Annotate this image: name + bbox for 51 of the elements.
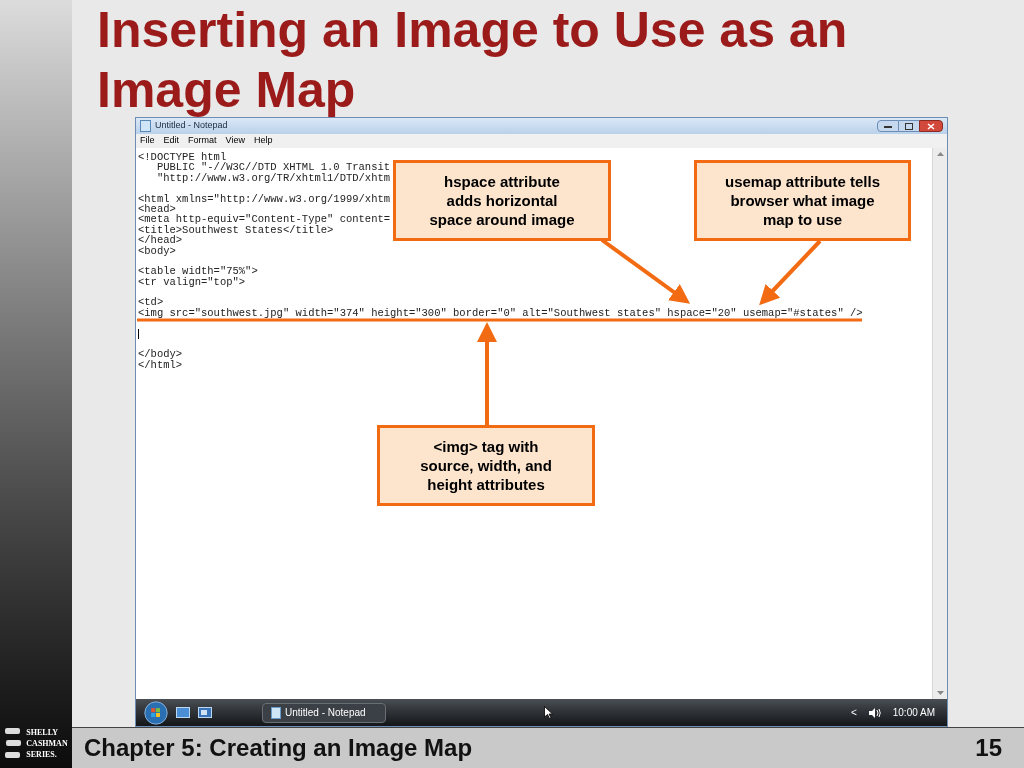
- clock-text[interactable]: 10:00 AM: [892, 705, 935, 720]
- menu-item[interactable]: Help: [253, 134, 273, 148]
- notepad-icon: [140, 120, 151, 132]
- menu-item[interactable]: Format: [188, 134, 217, 148]
- tray-chevron[interactable]: <: [850, 705, 857, 720]
- books-icon: [4, 726, 23, 760]
- taskbar-button[interactable]: Untitled - Notepad: [262, 702, 386, 723]
- code-line: <!DOCTYPE html: [138, 152, 227, 163]
- code-line: <img src="southwest.jpg" width="374" height="300" border="0" alt="Southwest states" hspace="20" usemap="#states" />: [138, 307, 863, 319]
- windows-icon[interactable]: [198, 707, 212, 718]
- slide-title: Inserting an Image to Use as an Image Map: [97, 1, 849, 120]
- scroll-up-icon: [936, 152, 944, 156]
- code-line: <table width="75%">: [138, 266, 258, 277]
- code-line: PUBLIC "-//W3C//DTD XHTML 1.0 Transit: [155, 162, 391, 173]
- footer-text: Chapter 5: Creating an Image Map: [84, 733, 473, 763]
- minimize-button[interactable]: [877, 120, 899, 132]
- code-line: <html xmlns="http://www.w3.org/1999/xhtm: [138, 193, 391, 204]
- menu-item[interactable]: View: [225, 134, 245, 148]
- text-cursor: [138, 328, 139, 339]
- code-line: </head>: [138, 235, 183, 246]
- code-line: <head>: [138, 203, 176, 215]
- code-line: <td>: [138, 297, 164, 308]
- callout: usemap attribute tells browser what image map to use: [694, 160, 911, 241]
- speaker-icon[interactable]: [868, 707, 881, 718]
- scroll-down-icon: [936, 691, 944, 695]
- scrollbar[interactable]: [932, 148, 947, 699]
- menu-item[interactable]: Edit: [163, 134, 180, 148]
- restore-icon: [905, 122, 913, 130]
- window-title: Untitled - Notepad: [155, 119, 228, 133]
- menu-item[interactable]: File: [140, 134, 155, 148]
- arrow: [759, 239, 822, 306]
- code-line: <body>: [138, 245, 176, 256]
- logo-text: SHELLY: [26, 726, 60, 738]
- page-number: 15: [975, 733, 1002, 763]
- maximize-button[interactable]: [899, 120, 919, 132]
- notepad-icon: [271, 706, 281, 719]
- callout: hspace attribute adds horizontal space around image: [393, 160, 611, 241]
- start-orb-icon[interactable]: [144, 700, 168, 725]
- close-button[interactable]: [919, 120, 943, 132]
- code-line: </html>: [138, 359, 183, 371]
- minimize-icon: [884, 124, 892, 128]
- code-line: </body>: [138, 349, 183, 360]
- mouse-pointer-icon: [544, 706, 553, 719]
- code-line: <tr valign="top">: [138, 276, 246, 288]
- code-line: <title>Southwest States</title>: [138, 224, 334, 236]
- code-line: <meta http-equiv="Content-Type" content=: [138, 214, 391, 225]
- code-line: "http://www.w3.org/TR/xhtml1/DTD/xhtm: [155, 172, 391, 184]
- logo-text: SERIES.: [26, 748, 58, 760]
- logo-text: CASHMAN: [26, 737, 68, 749]
- callout: <img> tag with source, width, and height attributes: [377, 425, 595, 506]
- close-icon: [927, 122, 935, 130]
